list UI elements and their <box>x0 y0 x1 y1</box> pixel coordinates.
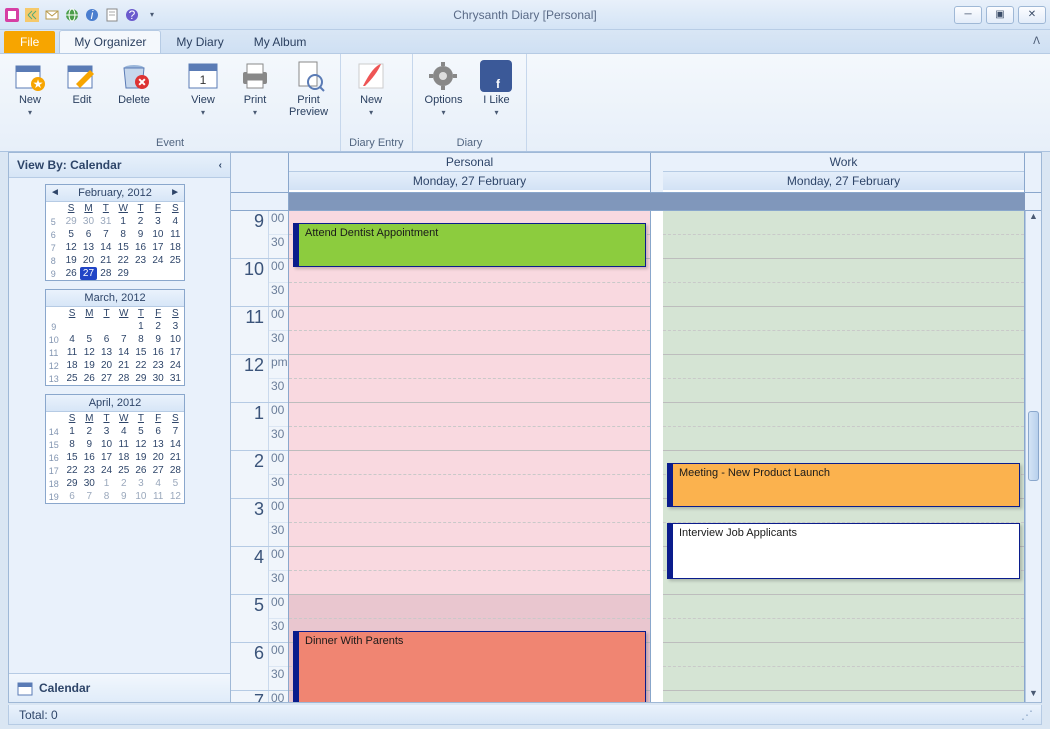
svg-text:?: ? <box>129 8 136 22</box>
feather-icon <box>355 60 387 92</box>
sidebar: View By: Calendar ‹ ◄►February, 2012SMTW… <box>9 153 231 702</box>
edit-event-button[interactable]: Edit <box>60 58 104 108</box>
quick-access-toolbar: i ? ▾ <box>4 7 160 23</box>
tab-organizer[interactable]: My Organizer <box>59 30 161 53</box>
gear-icon <box>427 60 459 92</box>
mini-calendars: ◄►February, 2012SMTWTFS52930311234656789… <box>9 178 230 673</box>
status-total: Total: 0 <box>19 708 58 722</box>
viewby-label: View By: Calendar <box>17 158 121 172</box>
print-preview-button[interactable]: Print Preview <box>285 58 332 120</box>
ribbon: ★ New▾ Edit Delete 1 View▾ Print▾ <box>0 54 1050 152</box>
resize-grip-icon[interactable]: ⋰ <box>1021 708 1031 722</box>
column-header-work: Work Monday, 27 February <box>663 153 1025 192</box>
scroll-down-icon[interactable]: ▼ <box>1026 688 1041 702</box>
main-area: View By: Calendar ‹ ◄►February, 2012SMTW… <box>8 152 1042 703</box>
ribbon-group-diary-entry: New▾ Diary Entry <box>341 54 412 151</box>
window-buttons: ─ ▣ ✕ <box>954 6 1046 24</box>
date-label: Monday, 27 February <box>289 172 650 190</box>
svg-text:1: 1 <box>200 73 207 87</box>
calendar-nav-item[interactable]: Calendar <box>9 673 230 702</box>
calendar-event[interactable]: Attend Dentist Appointment <box>293 223 646 267</box>
category-label: Personal <box>289 153 650 172</box>
calendar-view-icon: 1 <box>187 60 219 92</box>
qat-dropdown-icon[interactable]: ▾ <box>144 7 160 23</box>
vertical-scrollbar[interactable]: ▲ ▼ <box>1025 211 1041 702</box>
calendar-new-icon: ★ <box>14 60 46 92</box>
calendar-event[interactable]: Meeting - New Product Launch <box>667 463 1020 507</box>
calendar-nav-label: Calendar <box>39 681 90 695</box>
time-gutter-header <box>231 153 289 192</box>
calendar-event[interactable]: Interview Job Applicants <box>667 523 1020 579</box>
delete-event-button[interactable]: Delete <box>112 58 156 108</box>
calendar-icon <box>17 680 33 696</box>
qat-globe-icon[interactable] <box>64 7 80 23</box>
minimize-button[interactable]: ─ <box>954 6 982 24</box>
ribbon-tabs: File My Organizer My Diary My Album ᐱ <box>0 30 1050 54</box>
facebook-icon: f <box>480 60 512 92</box>
tab-diary[interactable]: My Diary <box>161 30 238 53</box>
view-button[interactable]: 1 View▾ <box>181 58 225 119</box>
schedule-header: Personal Monday, 27 February Work Monday… <box>231 153 1041 193</box>
svg-text:★: ★ <box>33 77 44 91</box>
print-preview-label: Print Preview <box>289 94 328 118</box>
file-tab[interactable]: File <box>4 31 55 53</box>
column-header-personal: Personal Monday, 27 February <box>289 153 651 192</box>
calendar-event[interactable]: Dinner With Parents <box>293 631 646 702</box>
status-bar: Total: 0 ⋰ <box>8 705 1042 725</box>
time-gutter: 9003010003011003012pm3010030200303003040… <box>231 211 289 702</box>
maximize-button[interactable]: ▣ <box>986 6 1014 24</box>
title-bar: i ? ▾ Chrysanth Diary [Personal] ─ ▣ ✕ <box>0 0 1050 30</box>
calendar-edit-icon <box>66 60 98 92</box>
close-button[interactable]: ✕ <box>1018 6 1046 24</box>
new-event-button[interactable]: ★ New▾ <box>8 58 52 119</box>
qat-nav-icon[interactable] <box>24 7 40 23</box>
date-label: Monday, 27 February <box>663 172 1024 190</box>
ribbon-collapse-icon[interactable]: ᐱ <box>1033 36 1040 47</box>
print-button[interactable]: Print▾ <box>233 58 277 119</box>
new-diary-entry-button[interactable]: New▾ <box>349 58 393 119</box>
options-button[interactable]: Options▾ <box>421 58 467 119</box>
qat-help-icon[interactable]: ? <box>124 7 140 23</box>
allday-row <box>231 193 1041 211</box>
scrollbar-thumb[interactable] <box>1028 411 1039 481</box>
column-gap <box>651 211 663 702</box>
schedule-body[interactable]: 9003010003011003012pm3010030200303003040… <box>231 211 1041 702</box>
category-label: Work <box>663 153 1024 172</box>
qat-info-icon[interactable]: i <box>84 7 100 23</box>
scroll-up-icon[interactable]: ▲ <box>1026 211 1041 225</box>
day-column-work[interactable]: Meeting - New Product Launch Interview Jo… <box>663 211 1025 702</box>
ribbon-group-diary: Options▾ f I Like▾ Diary <box>413 54 528 151</box>
scroll-spacer <box>1025 153 1041 192</box>
header-gap <box>651 153 663 192</box>
svg-text:i: i <box>91 8 94 22</box>
ilike-button[interactable]: f I Like▾ <box>474 58 518 119</box>
window-title: Chrysanth Diary [Personal] <box>453 8 596 22</box>
schedule: Personal Monday, 27 February Work Monday… <box>231 153 1041 702</box>
printer-icon <box>239 60 271 92</box>
qat-mail-icon[interactable] <box>44 7 60 23</box>
viewby-header[interactable]: View By: Calendar ‹ <box>9 153 230 178</box>
qat-diary-icon[interactable] <box>104 7 120 23</box>
day-column-personal[interactable]: Attend Dentist Appointment Dinner With Pa… <box>289 211 651 702</box>
tab-album[interactable]: My Album <box>239 30 322 53</box>
app-icon <box>4 7 20 23</box>
ribbon-group-event: ★ New▾ Edit Delete 1 View▾ Print▾ <box>0 54 341 151</box>
print-preview-icon <box>293 60 325 92</box>
chevron-left-icon[interactable]: ‹ <box>219 160 222 171</box>
delete-icon <box>118 60 150 92</box>
